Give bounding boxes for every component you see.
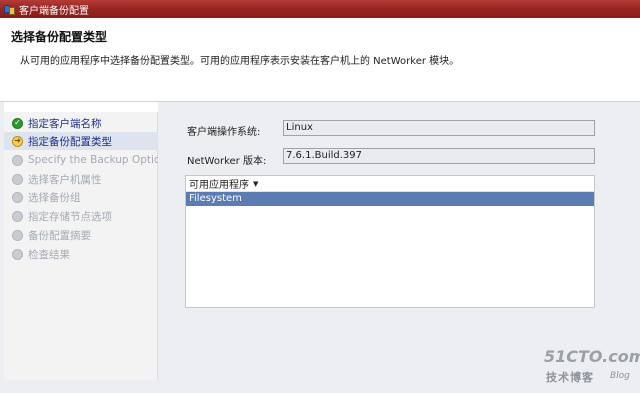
watermark-blog: Blog [610, 371, 630, 381]
nav-step-client-name[interactable]: ✓ 指定客户端名称 [4, 114, 158, 132]
window-title: 客户端备份配置 [19, 5, 89, 17]
wizard-steps-nav: ✓ 指定客户端名称 ➜ 指定备份配置类型 Specify the Backup … [4, 112, 172, 380]
watermark-sub: 技术博客 [546, 371, 594, 384]
nav-step-label: Specify the Backup Options [28, 154, 173, 166]
app-icon [4, 4, 15, 15]
nav-step-storage-node[interactable]: 指定存储节点选项 [4, 207, 158, 225]
nav-step-label: 选择客户机属性 [28, 173, 102, 186]
nav-step-label: 指定备份配置类型 [28, 135, 112, 148]
version-label: NetWorker 版本: [187, 156, 267, 167]
nav-step-label: 检查结果 [28, 248, 70, 261]
sort-down-icon[interactable]: ▼ [253, 180, 258, 188]
watermark-main: 51CTO.com [544, 347, 640, 366]
wizard-content: 客户端操作系统: Linux NetWorker 版本: 7.6.1.Build… [158, 102, 634, 380]
nav-step-backup-options[interactable]: Specify the Backup Options [4, 151, 172, 169]
nav-step-label: 指定存储节点选项 [28, 210, 112, 223]
dot-icon [12, 248, 23, 260]
wizard-header: 选择备份配置类型 从可用的应用程序中选择备份配置类型。可用的应用程序表示安装在客… [0, 18, 640, 102]
dot-icon [12, 154, 23, 166]
list-item-filesystem[interactable]: Filesystem [186, 192, 594, 206]
dot-icon [12, 173, 23, 185]
list-header-label: 可用应用程序 [189, 180, 249, 191]
window-titlebar[interactable]: 客户端备份配置 [0, 0, 640, 18]
nav-step-label: 选择备份组 [28, 191, 81, 204]
dot-icon [12, 191, 23, 203]
nav-step-backup-type[interactable]: ➜ 指定备份配置类型 [4, 132, 158, 150]
page-title: 选择备份配置类型 [11, 30, 108, 44]
nav-step-backup-group[interactable]: 选择备份组 [4, 188, 158, 206]
nav-step-label: 备份配置摘要 [28, 229, 91, 242]
nav-step-label: 指定客户端名称 [28, 117, 102, 130]
watermark-logo: 51CTO.com 技术博客 Blog [542, 347, 640, 387]
nav-step-client-properties[interactable]: 选择客户机属性 [4, 170, 158, 188]
available-apps-list[interactable]: 可用应用程序 ▼ Filesystem [185, 175, 595, 308]
version-field[interactable]: 7.6.1.Build.397 [283, 148, 595, 164]
check-icon: ✓ [12, 117, 23, 129]
nav-step-check-results[interactable]: 检查结果 [4, 245, 158, 263]
list-column-header[interactable]: 可用应用程序 ▼ [186, 176, 594, 192]
dot-icon [12, 229, 23, 241]
arrow-icon: ➜ [12, 135, 23, 147]
os-field[interactable]: Linux [283, 120, 595, 136]
dot-icon [12, 210, 23, 222]
page-description: 从可用的应用程序中选择备份配置类型。可用的应用程序表示安装在客户机上的 NetW… [20, 56, 460, 67]
nav-step-summary[interactable]: 备份配置摘要 [4, 226, 158, 244]
os-label: 客户端操作系统: [187, 127, 261, 138]
